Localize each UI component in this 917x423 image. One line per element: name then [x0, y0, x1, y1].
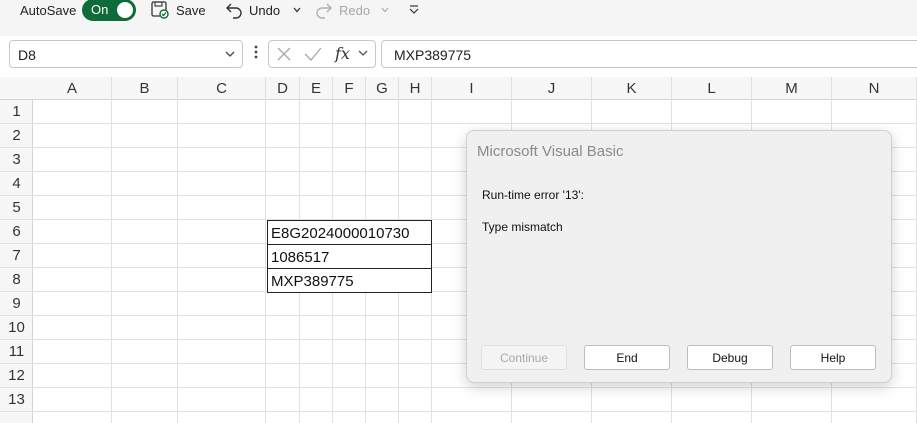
dialog-title: Microsoft Visual Basic [477, 143, 624, 160]
undo-button[interactable]: Undo [224, 0, 280, 20]
row-header-13[interactable]: 13 [0, 388, 33, 412]
autosave-toggle-state: On [91, 2, 109, 17]
row-header-12[interactable]: 12 [0, 364, 33, 388]
row-header-7[interactable]: 7 [0, 244, 33, 268]
undo-icon [226, 3, 242, 19]
name-box[interactable]: D8 [9, 40, 243, 68]
enter-icon[interactable] [303, 44, 323, 69]
column-headers: ABCDEFGHIJKLMN [0, 77, 917, 100]
column-header-j[interactable]: J [512, 77, 592, 100]
quick-access-toolbar: AutoSave On Save Undo Redo [0, 0, 917, 36]
column-header-h[interactable]: H [399, 77, 432, 100]
undo-label: Undo [249, 2, 281, 18]
row-header-3[interactable]: 3 [0, 148, 33, 172]
column-header-e[interactable]: E [300, 77, 333, 100]
error-message: Run-time error '13': [482, 188, 584, 202]
row-header-6[interactable]: 6 [0, 220, 33, 244]
gridline-horizontal [33, 387, 917, 388]
chevron-down-icon[interactable] [357, 43, 369, 68]
formula-input[interactable]: MXP389775 [381, 40, 917, 68]
cell-d6[interactable]: E8G2024000010730 [267, 220, 432, 245]
row-header-2[interactable]: 2 [0, 124, 33, 148]
cell-d8-value: MXP389775 [271, 273, 354, 290]
gridline-vertical [177, 100, 178, 423]
insert-function-icon[interactable]: fx [335, 44, 350, 63]
gridline-vertical [265, 100, 266, 423]
row-header-11[interactable]: 11 [0, 340, 33, 364]
debug-button[interactable]: Debug [687, 345, 773, 370]
row-header-10[interactable]: 10 [0, 316, 33, 340]
column-header-b[interactable]: B [112, 77, 178, 100]
row-headers: 1 2 3 4 5 6 7 8 9 10 11 12 13 [0, 100, 33, 423]
column-header-c[interactable]: C [178, 77, 266, 100]
cell-d7-value: 1086517 [271, 249, 330, 266]
name-box-value: D8 [18, 47, 36, 63]
gridline-horizontal [33, 123, 917, 124]
row-header-1[interactable]: 1 [0, 100, 33, 124]
row-header-4[interactable]: 4 [0, 172, 33, 196]
column-header-f[interactable]: F [333, 77, 366, 100]
error-detail: Type mismatch [482, 220, 563, 234]
row-header-5[interactable]: 5 [0, 196, 33, 220]
row-header-9[interactable]: 9 [0, 292, 33, 316]
column-header-g[interactable]: G [366, 77, 399, 100]
save-icon [151, 1, 169, 19]
continue-button[interactable]: Continue [481, 345, 567, 370]
column-header-n[interactable]: N [832, 77, 917, 100]
formula-value: MXP389775 [394, 47, 472, 63]
column-header-a[interactable]: A [33, 77, 112, 100]
gridline-horizontal [33, 411, 917, 412]
cancel-icon[interactable] [275, 44, 293, 69]
end-button[interactable]: End [584, 345, 670, 370]
vba-error-dialog: Microsoft Visual Basic Run-time error '1… [466, 130, 892, 383]
row-header-8[interactable]: 8 [0, 268, 33, 292]
save-label: Save [176, 2, 206, 18]
chevron-down-icon[interactable] [224, 45, 236, 66]
cell-d6-value: E8G2024000010730 [271, 225, 410, 242]
cell-d7[interactable]: 1086517 [267, 244, 432, 269]
gridline-vertical [111, 100, 112, 423]
column-header-d[interactable]: D [266, 77, 300, 100]
cell-d8[interactable]: MXP389775 [267, 268, 432, 293]
save-button[interactable]: Save [150, 0, 206, 20]
more-options-icon[interactable] [254, 44, 258, 65]
column-header-m[interactable]: M [752, 77, 832, 100]
customize-toolbar-icon[interactable] [408, 0, 420, 20]
autosave-toggle[interactable]: On [82, 0, 136, 21]
redo-button[interactable]: Redo [314, 0, 370, 20]
column-header-l[interactable]: L [672, 77, 752, 100]
toggle-knob [117, 2, 133, 18]
formula-controls: fx [268, 40, 376, 68]
help-button[interactable]: Help [790, 345, 876, 370]
column-header-k[interactable]: K [592, 77, 672, 100]
redo-dropdown-icon[interactable] [380, 0, 390, 20]
autosave-label: AutoSave [20, 2, 77, 18]
undo-dropdown-icon[interactable] [292, 0, 302, 20]
redo-label: Redo [339, 2, 371, 18]
column-header-i[interactable]: I [432, 77, 512, 100]
redo-icon [316, 3, 332, 19]
